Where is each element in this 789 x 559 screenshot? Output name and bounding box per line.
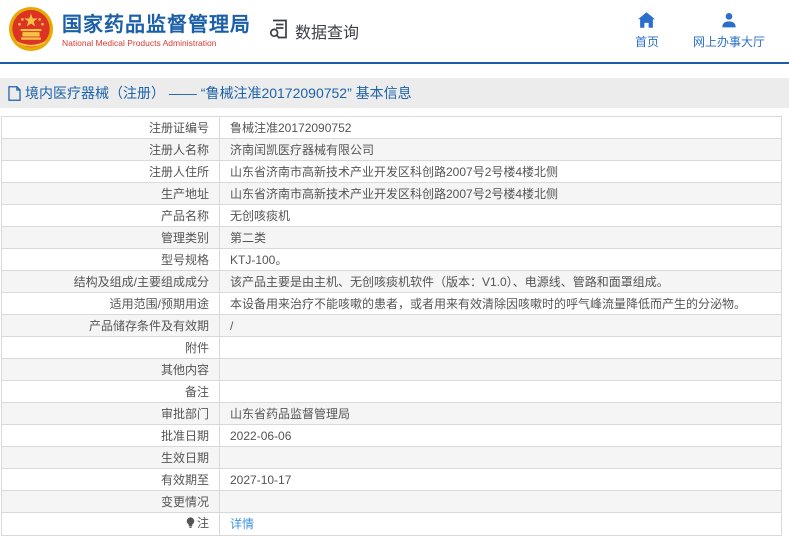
home-icon — [638, 12, 656, 31]
nav-online-service-hall[interactable]: 网上办事大厅 — [693, 12, 765, 50]
row-label: 批准日期 — [1, 424, 220, 447]
table-row: 批准日期 2022-06-06 — [1, 424, 782, 447]
page-title: 境内医疗器械（注册） —— “鲁械注准20172090752” 基本信息 — [25, 85, 412, 101]
breadcrumb: 境内医疗器械（注册） —— “鲁械注准20172090752” 基本信息 — [0, 78, 789, 108]
brand: 国家药品监督管理局 National Medical Products Admi… — [62, 13, 251, 49]
table-row: 结构及组成/主要组成成分 该产品主要是由主机、无创咳痰机软件（版本：V1.0）、电… — [1, 270, 782, 293]
row-value: 山东省济南市高新技术产业开发区科创路2007号2号楼4楼北侧 — [219, 160, 782, 183]
page-icon — [8, 85, 21, 101]
table-row: 管理类别 第二类 — [1, 226, 782, 249]
row-value: 第二类 — [219, 226, 782, 249]
row-label: 附件 — [1, 336, 220, 359]
row-value: 2022-06-06 — [219, 424, 782, 447]
row-value: 无创咳痰机 — [219, 204, 782, 227]
row-label: 备注 — [1, 380, 220, 403]
lightbulb-icon — [186, 517, 195, 533]
row-value — [219, 336, 782, 359]
national-emblem-logo — [8, 6, 54, 57]
table-row: 生效日期 — [1, 446, 782, 469]
row-label: 注册人名称 — [1, 138, 220, 161]
row-label: 产品名称 — [1, 204, 220, 227]
row-label: 产品储存条件及有效期 — [1, 314, 220, 337]
table-row: 备注 — [1, 380, 782, 403]
row-value — [219, 380, 782, 403]
row-label: 其他内容 — [1, 358, 220, 381]
row-value: / — [219, 314, 782, 337]
row-label: 注册人住所 — [1, 160, 220, 183]
row-label: 变更情况 — [1, 490, 220, 513]
data-query-label: 数据查询 — [295, 25, 360, 42]
table-row: 注册人住所 山东省济南市高新技术产业开发区科创路2007号2号楼4楼北侧 — [1, 160, 782, 183]
table-row: 有效期至 2027-10-17 — [1, 468, 782, 491]
row-value: 本设备用来治疗不能咳嗽的患者，或者用来有效清除因咳嗽时的呼气峰流量降低而产生的分… — [219, 292, 782, 315]
row-value — [219, 490, 782, 513]
row-value — [219, 446, 782, 469]
row-value: 鲁械注准20172090752 — [219, 116, 782, 139]
row-label: 型号规格 — [1, 248, 220, 271]
site-title: 国家药品监督管理局 — [62, 14, 251, 36]
row-value — [219, 358, 782, 381]
nav-home[interactable]: 首页 — [635, 12, 659, 50]
table-row: 适用范围/预期用途 本设备用来治疗不能咳嗽的患者，或者用来有效清除因咳嗽时的呼气峰… — [1, 292, 782, 315]
row-value: 该产品主要是由主机、无创咳痰机软件（版本：V1.0）、电源线、管路和面罩组成。 — [219, 270, 782, 293]
row-value: 详情 — [219, 512, 782, 536]
row-value: KTJ-100。 — [219, 248, 782, 271]
detail-link[interactable]: 详情 — [230, 517, 254, 531]
row-value: 山东省药品监督管理局 — [219, 402, 782, 425]
row-value: 山东省济南市高新技术产业开发区科创路2007号2号楼4楼北侧 — [219, 182, 782, 205]
table-row: 生产地址 山东省济南市高新技术产业开发区科创路2007号2号楼4楼北侧 — [1, 182, 782, 205]
table-row: 注详情 — [1, 512, 782, 536]
row-label: 生效日期 — [1, 446, 220, 469]
data-query-menu[interactable]: 数据查询 — [267, 17, 359, 46]
row-value: 济南闰凯医疗器械有限公司 — [219, 138, 782, 161]
table-row: 注册人名称 济南闰凯医疗器械有限公司 — [1, 138, 782, 161]
row-label: 注 — [1, 512, 220, 536]
row-label: 结构及组成/主要组成成分 — [1, 270, 220, 293]
row-label: 注册证编号 — [1, 116, 220, 139]
document-search-icon — [267, 17, 291, 46]
table-row: 产品名称 无创咳痰机 — [1, 204, 782, 227]
row-label: 审批部门 — [1, 402, 220, 425]
top-nav: 首页 网上办事大厅 — [635, 12, 765, 50]
table-row: 注册证编号 鲁械注准20172090752 — [1, 116, 782, 139]
row-value: 2027-10-17 — [219, 468, 782, 491]
table-row: 其他内容 — [1, 358, 782, 381]
site-subtitle: National Medical Products Administration — [62, 38, 217, 48]
table-row: 附件 — [1, 336, 782, 359]
header: 国家药品监督管理局 National Medical Products Admi… — [0, 0, 789, 64]
table-row: 变更情况 — [1, 490, 782, 513]
nav-online-service-hall-label: 网上办事大厅 — [692, 35, 765, 49]
row-label: 适用范围/预期用途 — [1, 292, 220, 315]
table-row: 审批部门 山东省药品监督管理局 — [1, 402, 782, 425]
row-label: 管理类别 — [1, 226, 220, 249]
table-row: 产品储存条件及有效期 / — [1, 314, 782, 337]
nav-home-label: 首页 — [634, 35, 659, 49]
row-label: 生产地址 — [1, 182, 220, 205]
table-row: 型号规格 KTJ-100。 — [1, 248, 782, 271]
registration-info-table: 注册证编号 鲁械注准20172090752 注册人名称 济南闰凯医疗器械有限公司 注册人… — [1, 116, 782, 536]
person-icon — [721, 12, 737, 31]
row-label: 有效期至 — [1, 468, 220, 491]
